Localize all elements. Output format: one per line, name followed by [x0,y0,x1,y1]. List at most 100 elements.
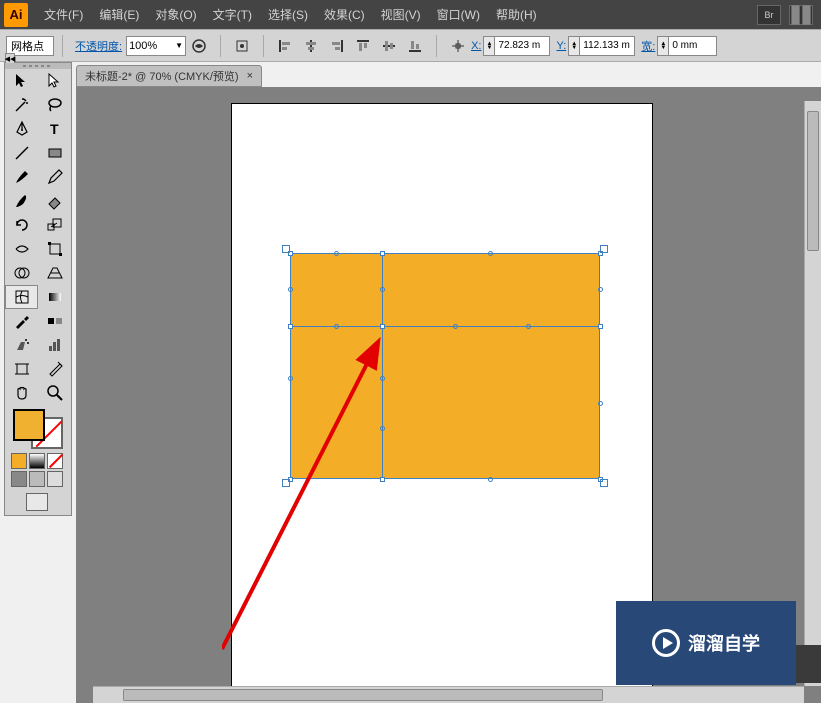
scrollbar-vertical[interactable] [804,101,821,686]
draw-behind-icon[interactable] [29,471,45,487]
align-bottom-icon[interactable] [404,35,426,57]
y-input[interactable] [580,36,635,56]
mesh-rectangle[interactable] [290,253,600,479]
blend-tool[interactable] [38,309,71,333]
scale-tool[interactable] [38,213,71,237]
eraser-tool[interactable] [38,189,71,213]
mesh-handle[interactable] [598,401,603,406]
menu-window[interactable]: 窗口(W) [429,2,488,27]
mesh-anchor[interactable] [380,251,385,256]
rotate-tool[interactable] [5,213,38,237]
pen-tool[interactable] [5,117,38,141]
mesh-handle[interactable] [526,324,531,329]
fill-mode-color-icon[interactable] [11,453,27,469]
fill-color-swatch[interactable] [13,409,45,441]
arrange-docs-icon[interactable] [789,5,813,25]
x-field[interactable]: ▲▼ [483,36,550,56]
mesh-handle[interactable] [598,287,603,292]
selection-corner[interactable] [282,479,290,487]
scrollbar-thumb[interactable] [123,689,603,701]
x-label[interactable]: X: [471,40,481,52]
slice-tool[interactable] [38,357,71,381]
pencil-tool[interactable] [38,165,71,189]
canvas[interactable] [93,101,804,686]
panel-collapse-icon[interactable]: ◀◀ [5,53,15,63]
fill-mode-gradient-icon[interactable] [29,453,45,469]
opacity-dropdown[interactable]: 100% ▼ [126,36,186,56]
mesh-handle[interactable] [453,324,458,329]
w-input[interactable] [669,36,717,56]
align-top-icon[interactable] [352,35,374,57]
mesh-anchor[interactable] [380,324,385,329]
scrollbar-thumb[interactable] [807,111,819,251]
opacity-label[interactable]: 不透明度: [75,38,122,54]
lasso-tool[interactable] [38,93,71,117]
mesh-handle[interactable] [380,426,385,431]
menu-edit[interactable]: 编辑(E) [91,2,147,27]
screen-mode-icon[interactable] [26,493,48,511]
type-tool[interactable]: T [38,117,71,141]
bridge-icon[interactable]: Br [757,5,781,25]
graph-tool[interactable] [38,333,71,357]
draw-normal-icon[interactable] [11,471,27,487]
perspective-tool[interactable] [38,261,71,285]
transform-icon[interactable] [447,35,469,57]
mesh-handle[interactable] [334,251,339,256]
paintbrush-tool[interactable] [5,165,38,189]
hand-tool[interactable] [5,381,38,405]
free-transform-tool[interactable] [38,237,71,261]
mesh-handle[interactable] [488,477,493,482]
close-tab-icon[interactable]: × [247,70,253,82]
x-input[interactable] [495,36,550,56]
mesh-handle[interactable] [288,376,293,381]
selection-corner[interactable] [600,479,608,487]
y-spinner-icon[interactable]: ▲▼ [568,36,580,56]
w-spinner-icon[interactable]: ▲▼ [657,36,669,56]
direct-selection-tool[interactable] [38,69,71,93]
selection-tool[interactable] [5,69,38,93]
blob-brush-tool[interactable] [5,189,38,213]
symbol-sprayer-tool[interactable] [5,333,38,357]
selection-corner[interactable] [600,245,608,253]
y-field[interactable]: ▲▼ [568,36,635,56]
mesh-anchor[interactable] [598,324,603,329]
magic-wand-tool[interactable] [5,93,38,117]
mesh-tool[interactable] [5,285,38,309]
x-spinner-icon[interactable]: ▲▼ [483,36,495,56]
w-label[interactable]: 宽: [641,38,655,54]
artboard-tool[interactable] [5,357,38,381]
menu-object[interactable]: 对象(O) [147,2,204,27]
mesh-handle[interactable] [288,287,293,292]
align-right-icon[interactable] [326,35,348,57]
y-label[interactable]: Y: [556,40,566,52]
shape-builder-tool[interactable] [5,261,38,285]
fill-mode-none-icon[interactable] [47,453,63,469]
eyedropper-tool[interactable] [5,309,38,333]
gradient-tool[interactable] [38,285,71,309]
menu-type[interactable]: 文字(T) [205,2,260,27]
selection-corner[interactable] [282,245,290,253]
menu-view[interactable]: 视图(V) [373,2,429,27]
mesh-handle[interactable] [380,376,385,381]
align-vcenter-icon[interactable] [378,35,400,57]
mesh-handle[interactable] [380,287,385,292]
align-left-icon[interactable] [274,35,296,57]
mesh-handle[interactable] [488,251,493,256]
menu-select[interactable]: 选择(S) [260,2,316,27]
style-icon[interactable] [188,35,210,57]
mesh-handle[interactable] [334,324,339,329]
zoom-tool[interactable] [38,381,71,405]
rectangle-tool[interactable] [38,141,71,165]
draw-inside-icon[interactable] [47,471,63,487]
document-tab[interactable]: 未标题-2* @ 70% (CMYK/预览) × [76,65,262,87]
w-field[interactable]: ▲▼ [657,36,717,56]
recolor-icon[interactable] [231,35,253,57]
menu-effect[interactable]: 效果(C) [316,2,373,27]
mesh-anchor[interactable] [380,477,385,482]
width-tool[interactable] [5,237,38,261]
menu-file[interactable]: 文件(F) [36,2,91,27]
mesh-anchor[interactable] [288,324,293,329]
align-hcenter-icon[interactable] [300,35,322,57]
menu-help[interactable]: 帮助(H) [488,2,545,27]
line-tool[interactable] [5,141,38,165]
